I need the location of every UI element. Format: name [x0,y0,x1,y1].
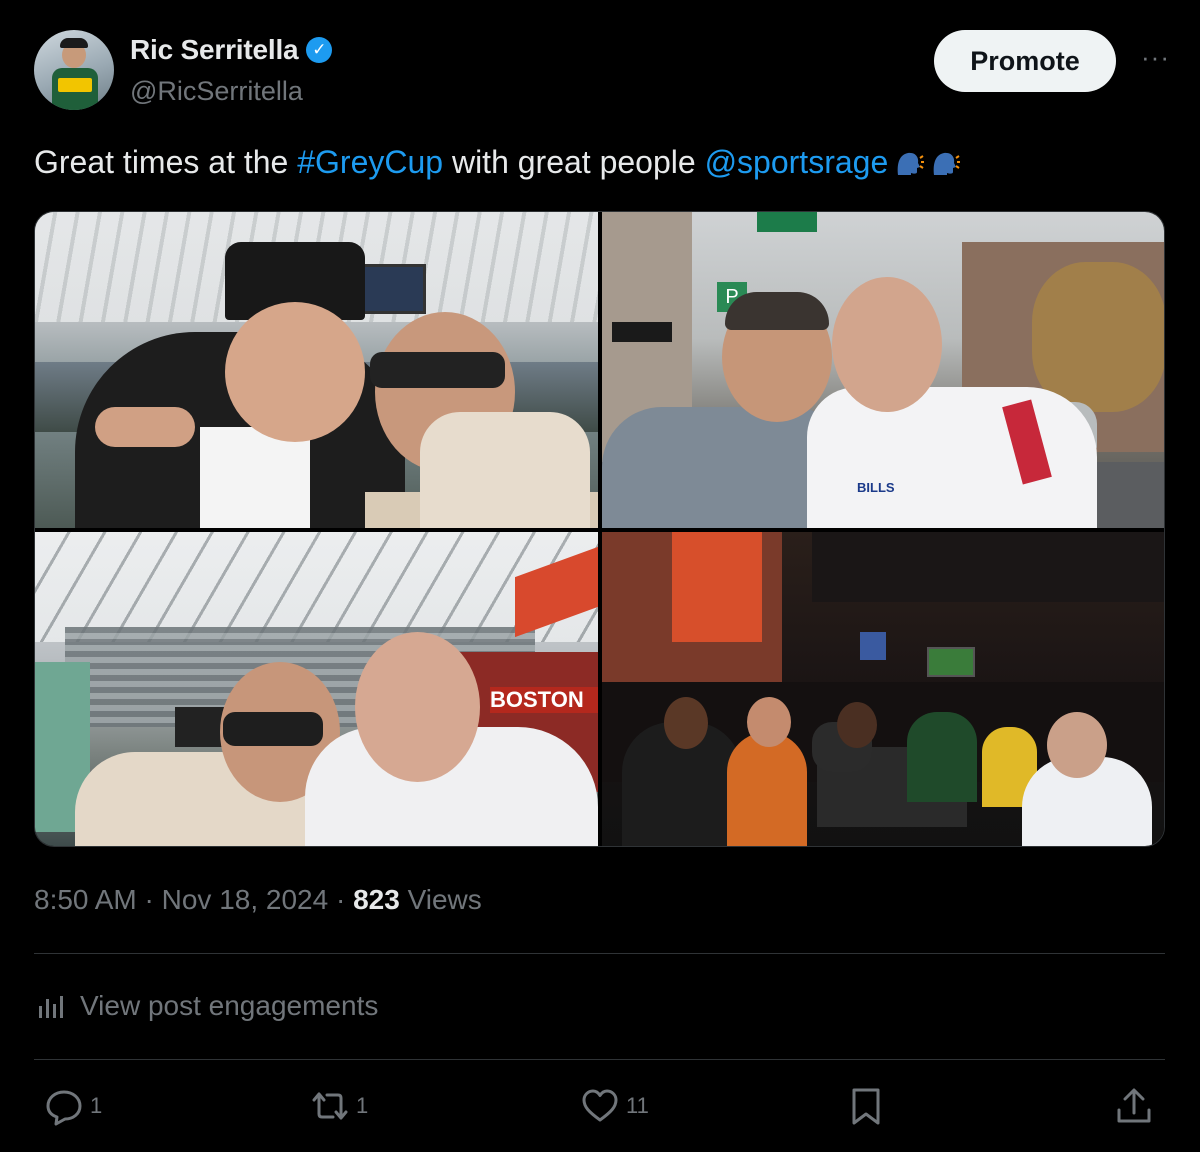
photo-grid: P BILLS BOSTON [34,211,1165,847]
repost-count: 1 [356,1093,369,1118]
divider [34,953,1165,954]
bookmark-icon [852,1088,880,1125]
reply-count: 1 [90,1093,103,1118]
tweet-text: Great times at the #GreyCup with great p… [34,142,961,182]
tweet-actions: 1 1 11 [0,1086,1200,1130]
restaurant-group-photo[interactable] [602,532,1164,846]
share-icon [1117,1088,1151,1123]
tweet-time[interactable]: 8:50 AM [34,884,137,915]
analytics-icon [39,996,63,1018]
author-name-row: Ric Serritella ✓ [130,34,333,66]
meta-separator: · [136,884,162,915]
street-selfie-photo[interactable]: P BILLS [602,212,1164,528]
verified-badge-icon: ✓ [306,37,333,63]
mention-link[interactable]: @sportsrage [705,144,889,180]
tweet-meta: 8:50 AM · Nov 18, 2024 · 823 Views [34,884,482,916]
like-button[interactable]: 11 [580,1086,649,1126]
views-label: Views [399,884,482,915]
reply-icon [46,1090,82,1126]
views-count: 823 [353,884,400,915]
avatar[interactable] [34,30,114,110]
tweet-header: Ric Serritella ✓ @RicSerritella Promote … [34,30,1170,114]
stadium-selfie-photo[interactable] [35,212,598,528]
tweet-text-part: with great people [443,144,705,180]
divider [34,1059,1165,1060]
like-count: 11 [626,1093,649,1118]
repost-icon [312,1092,348,1120]
author-handle[interactable]: @RicSerritella [130,76,303,107]
view-engagements-link[interactable]: View post engagements [36,990,378,1022]
tweet-text-part: Great times at the [34,144,298,180]
stadium-exterior-selfie-photo[interactable]: BOSTON [35,532,598,846]
view-engagements-label: View post engagements [80,990,379,1021]
bookmark-button[interactable] [846,1086,886,1126]
repost-button[interactable]: 1 [310,1086,368,1126]
speaking-head-emoji [933,152,961,175]
reply-button[interactable]: 1 [44,1086,102,1126]
meta-separator: · [328,884,354,915]
heart-icon [582,1089,618,1122]
hashtag-link[interactable]: #GreyCup [297,144,443,180]
speaking-head-emoji [897,152,925,175]
author-display-name[interactable]: Ric Serritella [130,34,299,66]
more-options-icon[interactable]: ··· [1141,42,1170,73]
promote-button[interactable]: Promote [934,30,1116,92]
share-button[interactable] [1114,1086,1154,1126]
tweet-date[interactable]: Nov 18, 2024 [162,884,329,915]
